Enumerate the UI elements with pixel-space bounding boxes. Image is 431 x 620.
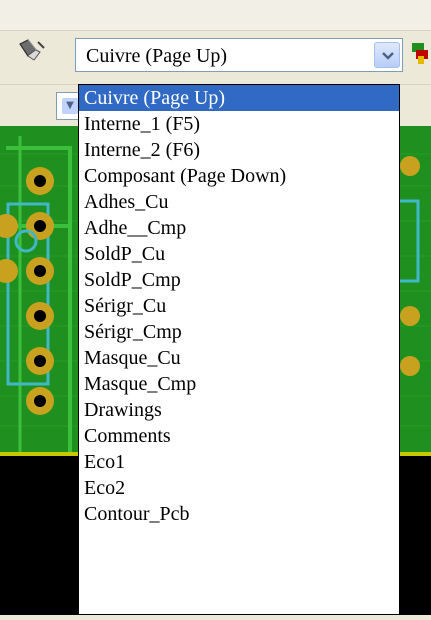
chevron-down-icon[interactable]: ▼ bbox=[62, 98, 78, 114]
dropdown-option[interactable]: Eco1 bbox=[79, 449, 399, 475]
chevron-down-icon bbox=[382, 52, 394, 60]
dropdown-option[interactable]: Eco2 bbox=[79, 475, 399, 501]
dropdown-option[interactable]: SoldP_Cmp bbox=[79, 267, 399, 293]
dropdown-option[interactable]: Sérigr_Cmp bbox=[79, 319, 399, 345]
layer-color-icon[interactable] bbox=[410, 40, 431, 66]
eraser-cursor-icon[interactable] bbox=[16, 38, 48, 62]
toolbar-top-strip bbox=[0, 0, 431, 31]
dropdown-option[interactable]: Adhes_Cu bbox=[79, 189, 399, 215]
layer-select[interactable]: Cuivre (Page Up) bbox=[75, 38, 403, 72]
dropdown-option[interactable]: Contour_Pcb bbox=[79, 501, 399, 527]
dropdown-option[interactable]: Composant (Page Down) bbox=[79, 163, 399, 189]
dropdown-option[interactable]: Cuivre (Page Up) bbox=[79, 85, 399, 111]
dropdown-option[interactable]: Comments bbox=[79, 423, 399, 449]
dropdown-option[interactable]: Masque_Cmp bbox=[79, 371, 399, 397]
dropdown-option[interactable]: Interne_2 (F6) bbox=[79, 137, 399, 163]
dropdown-option[interactable]: Drawings bbox=[79, 397, 399, 423]
dropdown-option[interactable]: Adhe__Cmp bbox=[79, 215, 399, 241]
dropdown-option[interactable]: Interne_1 (F5) bbox=[79, 111, 399, 137]
dropdown-option[interactable]: Sérigr_Cu bbox=[79, 293, 399, 319]
layer-select-dropdown-button[interactable] bbox=[374, 42, 400, 68]
layer-dropdown-list[interactable]: Cuivre (Page Up) Interne_1 (F5) Interne_… bbox=[78, 84, 400, 615]
layer-select-value: Cuivre (Page Up) bbox=[86, 45, 228, 67]
dropdown-option[interactable]: SoldP_Cu bbox=[79, 241, 399, 267]
dropdown-option[interactable]: Masque_Cu bbox=[79, 345, 399, 371]
